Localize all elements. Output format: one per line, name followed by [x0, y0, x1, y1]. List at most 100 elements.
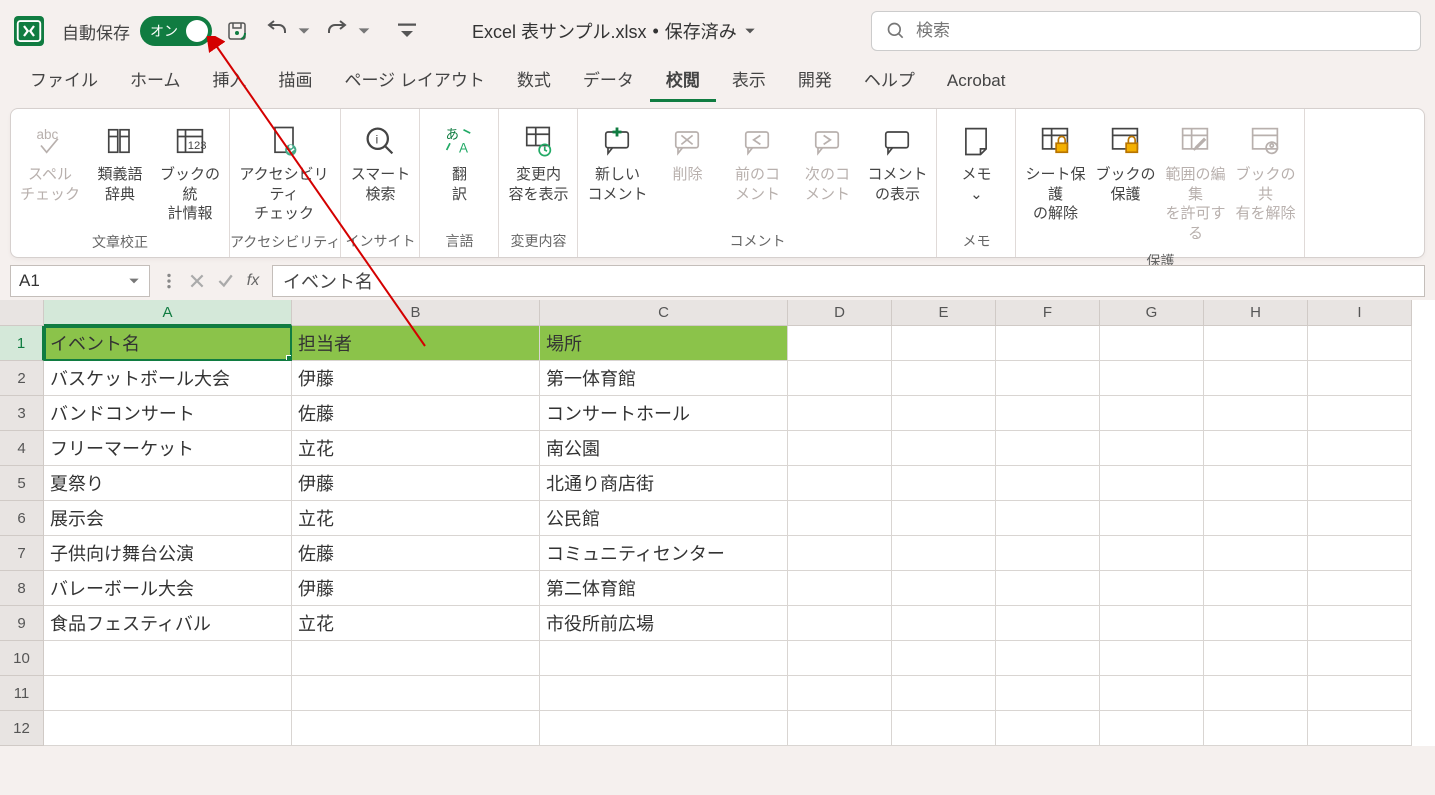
- cell-C9[interactable]: 市役所前広場: [540, 606, 788, 641]
- undo-dropdown[interactable]: [296, 16, 312, 46]
- ribbon-show-changes[interactable]: 変更内容を表示: [503, 115, 573, 208]
- cell-G2[interactable]: [1100, 361, 1204, 396]
- tab-データ[interactable]: データ: [567, 60, 650, 102]
- cell-I12[interactable]: [1308, 711, 1412, 746]
- col-header-F[interactable]: F: [996, 300, 1100, 326]
- cell-G6[interactable]: [1100, 501, 1204, 536]
- cell-A2[interactable]: バスケットボール大会: [44, 361, 292, 396]
- cell-I4[interactable]: [1308, 431, 1412, 466]
- cell-D12[interactable]: [788, 711, 892, 746]
- cell-A7[interactable]: 子供向け舞台公演: [44, 536, 292, 571]
- cell-I3[interactable]: [1308, 396, 1412, 431]
- cell-E2[interactable]: [892, 361, 996, 396]
- formula-input[interactable]: イベント名: [272, 265, 1425, 297]
- cell-B10[interactable]: [292, 641, 540, 676]
- tab-表示[interactable]: 表示: [716, 60, 782, 102]
- excel-app-icon[interactable]: [14, 16, 44, 46]
- col-header-E[interactable]: E: [892, 300, 996, 326]
- cell-C10[interactable]: [540, 641, 788, 676]
- col-header-I[interactable]: I: [1308, 300, 1412, 326]
- cell-H9[interactable]: [1204, 606, 1308, 641]
- cell-D6[interactable]: [788, 501, 892, 536]
- row-header-12[interactable]: 12: [0, 711, 44, 746]
- cell-E1[interactable]: [892, 326, 996, 361]
- cell-I9[interactable]: [1308, 606, 1412, 641]
- cell-A1[interactable]: イベント名: [44, 326, 292, 361]
- ribbon-workbook-stats[interactable]: 123ブックの統計情報: [155, 115, 225, 228]
- cell-C5[interactable]: 北通り商店街: [540, 466, 788, 501]
- cell-B7[interactable]: 佐藤: [292, 536, 540, 571]
- cell-G8[interactable]: [1100, 571, 1204, 606]
- cell-D2[interactable]: [788, 361, 892, 396]
- cell-H10[interactable]: [1204, 641, 1308, 676]
- cell-H4[interactable]: [1204, 431, 1308, 466]
- search-box[interactable]: [871, 11, 1421, 51]
- cancel-formula[interactable]: [184, 268, 210, 294]
- cell-H7[interactable]: [1204, 536, 1308, 571]
- cell-I1[interactable]: [1308, 326, 1412, 361]
- cell-D1[interactable]: [788, 326, 892, 361]
- cell-B2[interactable]: 伊藤: [292, 361, 540, 396]
- tab-描画[interactable]: 描画: [263, 60, 329, 102]
- ribbon-protect-workbook[interactable]: ブックの保護: [1090, 115, 1160, 208]
- insert-function[interactable]: fx: [240, 268, 266, 294]
- tab-数式[interactable]: 数式: [501, 60, 567, 102]
- cell-I11[interactable]: [1308, 676, 1412, 711]
- cell-E6[interactable]: [892, 501, 996, 536]
- cell-F1[interactable]: [996, 326, 1100, 361]
- cell-G9[interactable]: [1100, 606, 1204, 641]
- row-header-11[interactable]: 11: [0, 676, 44, 711]
- cell-C6[interactable]: 公民館: [540, 501, 788, 536]
- ribbon-thesaurus[interactable]: 類義語辞典: [85, 115, 155, 208]
- cell-C1[interactable]: 場所: [540, 326, 788, 361]
- tab-ヘルプ[interactable]: ヘルプ: [848, 60, 931, 102]
- cell-H5[interactable]: [1204, 466, 1308, 501]
- filename-area[interactable]: Excel 表サンプル.xlsx • 保存済み: [472, 18, 757, 44]
- cell-H11[interactable]: [1204, 676, 1308, 711]
- redo-button[interactable]: [322, 16, 352, 46]
- cell-E9[interactable]: [892, 606, 996, 641]
- save-button[interactable]: [222, 16, 252, 46]
- tab-挿入[interactable]: 挿入: [197, 60, 263, 102]
- cell-G10[interactable]: [1100, 641, 1204, 676]
- ribbon-translate[interactable]: あA翻訳: [424, 115, 494, 208]
- row-header-4[interactable]: 4: [0, 431, 44, 466]
- ribbon-accessibility-check[interactable]: アクセシビリティチェック: [234, 115, 334, 228]
- cell-G7[interactable]: [1100, 536, 1204, 571]
- cell-B9[interactable]: 立花: [292, 606, 540, 641]
- col-header-G[interactable]: G: [1100, 300, 1204, 326]
- col-header-D[interactable]: D: [788, 300, 892, 326]
- cell-E5[interactable]: [892, 466, 996, 501]
- tab-開発[interactable]: 開発: [782, 60, 848, 102]
- cell-A4[interactable]: フリーマーケット: [44, 431, 292, 466]
- row-header-2[interactable]: 2: [0, 361, 44, 396]
- ribbon-notes[interactable]: メモ⌄: [941, 115, 1011, 208]
- qat-customize[interactable]: [392, 16, 422, 46]
- cell-A9[interactable]: 食品フェスティバル: [44, 606, 292, 641]
- cell-C3[interactable]: コンサートホール: [540, 396, 788, 431]
- cell-I7[interactable]: [1308, 536, 1412, 571]
- cell-F11[interactable]: [996, 676, 1100, 711]
- cell-E3[interactable]: [892, 396, 996, 431]
- cell-D11[interactable]: [788, 676, 892, 711]
- cell-B6[interactable]: 立花: [292, 501, 540, 536]
- cell-D3[interactable]: [788, 396, 892, 431]
- cell-F6[interactable]: [996, 501, 1100, 536]
- cell-I2[interactable]: [1308, 361, 1412, 396]
- col-header-C[interactable]: C: [540, 300, 788, 326]
- redo-dropdown[interactable]: [356, 16, 372, 46]
- row-header-7[interactable]: 7: [0, 536, 44, 571]
- ribbon-smart-lookup[interactable]: iスマート検索: [345, 115, 415, 208]
- cell-G11[interactable]: [1100, 676, 1204, 711]
- cell-A8[interactable]: バレーボール大会: [44, 571, 292, 606]
- ribbon-unprotect-sheet[interactable]: シート保護の解除: [1020, 115, 1090, 228]
- ribbon-new-comment[interactable]: 新しいコメント: [582, 115, 652, 208]
- cell-A10[interactable]: [44, 641, 292, 676]
- enter-formula[interactable]: [212, 268, 238, 294]
- cell-C4[interactable]: 南公園: [540, 431, 788, 466]
- cell-C11[interactable]: [540, 676, 788, 711]
- cell-A3[interactable]: バンドコンサート: [44, 396, 292, 431]
- cell-G1[interactable]: [1100, 326, 1204, 361]
- cell-B3[interactable]: 佐藤: [292, 396, 540, 431]
- row-header-9[interactable]: 9: [0, 606, 44, 641]
